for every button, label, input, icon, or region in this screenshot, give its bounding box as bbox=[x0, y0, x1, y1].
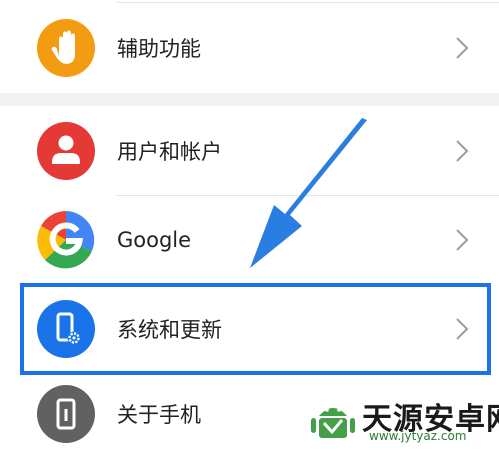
phone-settings-icon bbox=[37, 300, 95, 358]
watermark-url: www.jytyaz.com bbox=[369, 429, 467, 443]
user-icon bbox=[37, 122, 95, 180]
chevron-right-icon bbox=[455, 228, 469, 252]
hand-icon bbox=[37, 19, 95, 77]
chevron-right-icon bbox=[455, 36, 469, 60]
settings-item-accessibility[interactable]: 辅助功能 bbox=[0, 3, 499, 93]
settings-item-label: 辅助功能 bbox=[117, 37, 201, 61]
android-logo-icon bbox=[311, 408, 355, 438]
settings-item-label: Google bbox=[117, 228, 192, 252]
settings-item-label: 系统和更新 bbox=[117, 318, 222, 342]
watermark: 天源安卓网 www.jytyaz.com bbox=[303, 392, 499, 444]
settings-item-google[interactable]: Google bbox=[0, 195, 499, 285]
settings-screen: 辅助功能 用户和帐户 Google 系统和更新 关于手机 天源安卓 www.jy… bbox=[0, 0, 499, 444]
section-gap bbox=[0, 93, 499, 106]
phone-info-icon bbox=[37, 385, 95, 443]
chevron-right-icon bbox=[455, 317, 469, 341]
settings-item-system-updates[interactable]: 系统和更新 bbox=[0, 283, 499, 375]
google-icon bbox=[37, 211, 95, 269]
settings-item-label: 关于手机 bbox=[117, 403, 201, 427]
settings-item-label: 用户和帐户 bbox=[117, 140, 222, 164]
chevron-right-icon bbox=[455, 139, 469, 163]
settings-item-users-accounts[interactable]: 用户和帐户 bbox=[0, 106, 499, 196]
